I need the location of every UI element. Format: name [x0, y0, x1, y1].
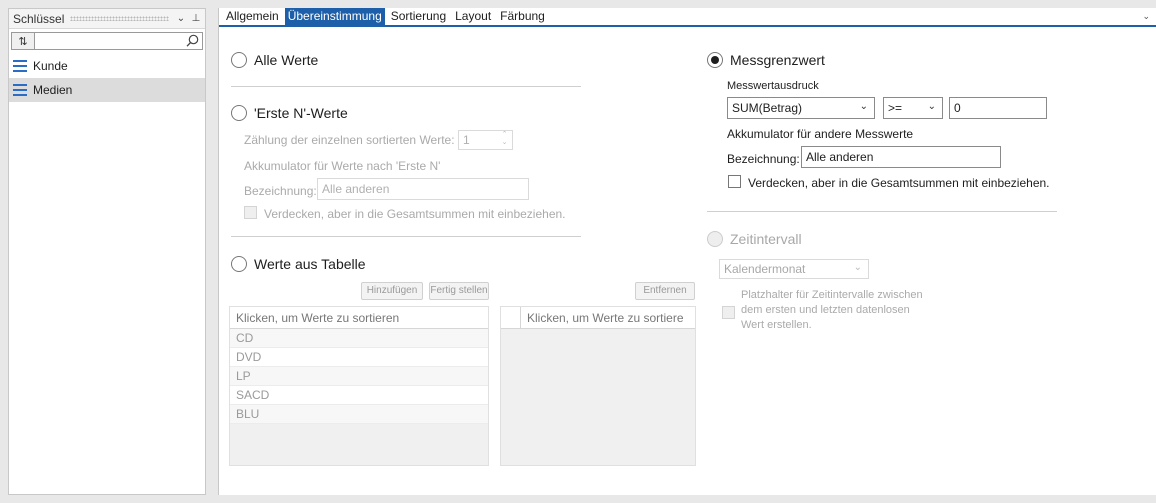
interval-select[interactable]: Kalendermonat ⌄	[719, 259, 869, 279]
sorted-values-header-label: Klicken, um Werte zu sortiere	[527, 311, 684, 325]
list-item[interactable]: DVD	[230, 348, 488, 367]
chevron-down-icon: ⌄	[859, 101, 868, 112]
measure-hide-label: Verdecken, aber in die Gesamtsummen mit …	[748, 176, 1050, 190]
sorted-values-header[interactable]: Klicken, um Werte zu sortiere	[501, 307, 695, 329]
key-search-row: ⇅	[11, 31, 203, 51]
sorted-values-list[interactable]: Klicken, um Werte zu sortiere	[500, 306, 696, 466]
tab-uebereinstimmung[interactable]: Übereinstimmung	[284, 8, 385, 25]
measure-limit-radio[interactable]	[707, 52, 723, 68]
first-n-name-value: Alle anderen	[322, 182, 390, 196]
tab-allgemein[interactable]: Allgemein	[223, 8, 282, 25]
available-values-list[interactable]: Klicken, um Werte zu sortieren CD DVD LP…	[229, 306, 489, 466]
first-n-name-input[interactable]: Alle anderen	[317, 178, 529, 200]
divider	[707, 211, 1057, 212]
available-values-header[interactable]: Klicken, um Werte zu sortieren	[230, 307, 488, 329]
search-icon[interactable]	[186, 34, 199, 47]
tab-layout[interactable]: Layout	[452, 8, 494, 25]
first-n-hide-label: Verdecken, aber in die Gesamtsummen mit …	[264, 207, 566, 221]
divider	[231, 86, 581, 87]
first-n-option[interactable]: 'Erste N'-Werte	[231, 105, 348, 121]
first-n-hide-checkbox[interactable]	[244, 206, 257, 219]
available-values-rows: CD DVD LP SACD BLU	[230, 329, 488, 424]
count-label: Zählung der einzelnen sortierten Werte:	[244, 133, 455, 147]
sort-icon: ⇅	[18, 35, 28, 48]
threshold-value: 0	[954, 101, 961, 115]
key-panel-title: Schlüssel	[13, 11, 65, 26]
measure-name-label: Bezeichnung:	[727, 152, 800, 166]
placeholder-label-line2: dem ersten und letzten datenlosen	[741, 304, 910, 316]
key-item-medien[interactable]: Medien	[9, 78, 205, 102]
threshold-input[interactable]: 0	[949, 97, 1047, 119]
add-button[interactable]: Hinzufügen	[361, 282, 423, 300]
all-values-radio[interactable]	[231, 52, 247, 68]
tab-faerbung[interactable]: Färbung	[497, 8, 548, 25]
dimension-list-icon	[13, 84, 27, 96]
tab-bar: Allgemein Übereinstimmung Sortierung Lay…	[219, 8, 1156, 27]
chevron-down-icon: ⌄	[927, 101, 936, 112]
list-item[interactable]: BLU	[230, 405, 488, 424]
key-search-input[interactable]	[35, 33, 202, 49]
operator-select[interactable]: >= ⌄	[883, 97, 943, 119]
first-n-radio[interactable]	[231, 105, 247, 121]
expression-select[interactable]: SUM(Betrag) ⌄	[727, 97, 875, 119]
remove-button[interactable]: Entfernen	[635, 282, 695, 300]
divider	[231, 236, 581, 237]
interval-placeholder-checkbox[interactable]	[722, 306, 735, 319]
count-spinner-arrows-icon[interactable]: ⌃ ⌄	[499, 131, 510, 149]
tab-sortierung[interactable]: Sortierung	[388, 8, 449, 25]
key-search-field[interactable]	[35, 32, 203, 50]
measure-name-value: Alle anderen	[806, 150, 874, 164]
time-interval-option[interactable]: Zeitintervall	[707, 231, 802, 247]
key-item-kunde[interactable]: Kunde	[9, 54, 205, 78]
table-values-option[interactable]: Werte aus Tabelle	[231, 256, 366, 272]
placeholder-label-line1: Platzhalter für Zeitintervalle zwischen	[741, 289, 923, 301]
expression-label: Messwertausdruck	[727, 80, 819, 92]
list-item[interactable]: CD	[230, 329, 488, 348]
measure-limit-label: Messgrenzwert	[730, 52, 825, 68]
dimension-list-icon	[13, 60, 27, 72]
key-panel-header: Schlüssel ⌄ ⊥	[9, 9, 205, 29]
panel-menu-chevron-icon[interactable]: ⌄	[175, 13, 187, 24]
first-n-label: 'Erste N'-Werte	[254, 105, 348, 121]
operator-value: >=	[888, 101, 903, 115]
key-item-label: Medien	[33, 83, 73, 97]
key-item-label: Kunde	[33, 59, 68, 73]
first-n-name-label: Bezeichnung:	[244, 184, 317, 198]
measure-limit-option[interactable]: Messgrenzwert	[707, 52, 825, 68]
first-n-accumulator-label: Akkumulator für Werte nach 'Erste N'	[244, 159, 441, 173]
row-selector-column	[501, 307, 521, 328]
list-item[interactable]: LP	[230, 367, 488, 386]
table-values-radio[interactable]	[231, 256, 247, 272]
all-values-option[interactable]: Alle Werte	[231, 52, 318, 68]
list-item[interactable]: SACD	[230, 386, 488, 405]
chevron-down-icon: ⌄	[853, 262, 862, 273]
measure-hide-checkbox[interactable]	[728, 175, 741, 188]
expression-value: SUM(Betrag)	[732, 101, 803, 115]
measure-name-input[interactable]: Alle anderen	[801, 146, 1001, 168]
placeholder-label-line3: Wert erstellen.	[741, 319, 812, 331]
tab-overflow-chevron-icon[interactable]: ⌄	[1142, 11, 1150, 22]
count-value: 1	[463, 133, 470, 147]
panel-drag-grip[interactable]	[70, 16, 169, 21]
key-panel: Schlüssel ⌄ ⊥ ⇅ Kunde Medien	[8, 8, 206, 495]
pin-icon[interactable]: ⊥	[190, 13, 202, 24]
interval-value: Kalendermonat	[724, 262, 806, 276]
table-values-label: Werte aus Tabelle	[254, 256, 366, 272]
measure-accumulator-label: Akkumulator für andere Messwerte	[727, 127, 914, 141]
time-interval-radio[interactable]	[707, 231, 723, 247]
finish-button[interactable]: Fertig stellen	[429, 282, 489, 300]
all-values-label: Alle Werte	[254, 52, 319, 68]
sort-toggle-button[interactable]: ⇅	[11, 32, 35, 50]
time-interval-label: Zeitintervall	[730, 231, 802, 247]
settings-panel: Allgemein Übereinstimmung Sortierung Lay…	[218, 8, 1156, 495]
